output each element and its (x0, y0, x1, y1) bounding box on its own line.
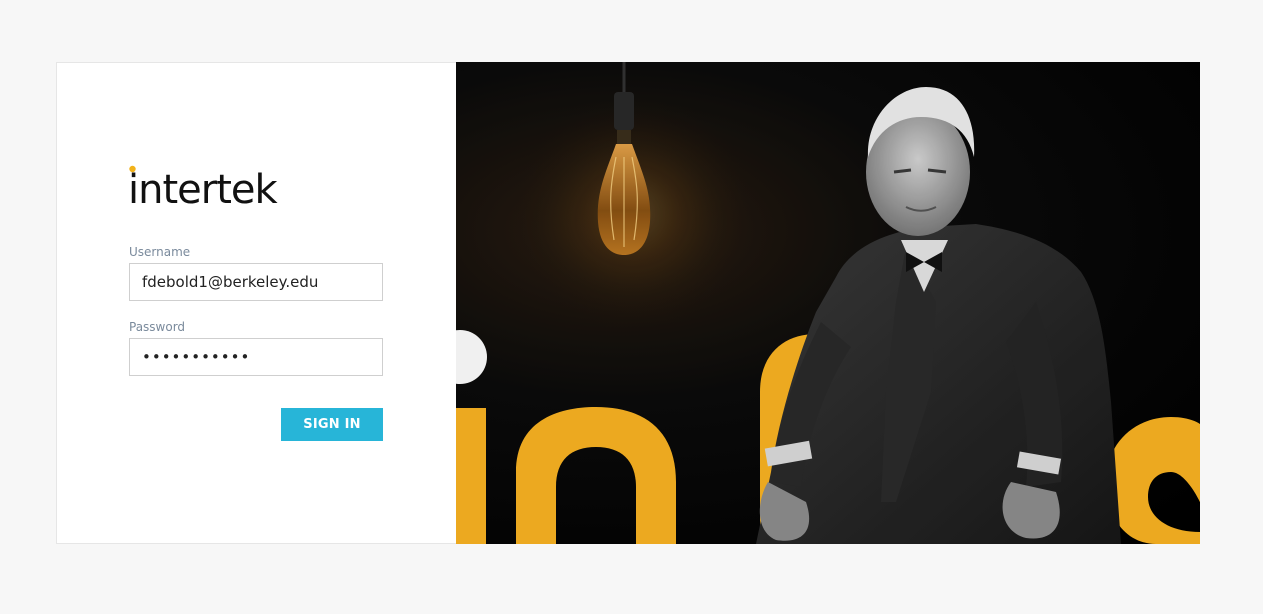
sign-in-button[interactable]: SIGN IN (281, 408, 383, 441)
login-card: intertek Username Password SIGN IN (56, 62, 1200, 544)
password-label: Password (129, 320, 186, 334)
username-input[interactable] (129, 263, 383, 301)
login-panel: intertek Username Password SIGN IN (56, 62, 456, 544)
svg-text:intertek: intertek (128, 167, 278, 208)
intertek-logo: intertek (128, 165, 279, 208)
hero-illustration (456, 62, 1200, 544)
password-input[interactable] (129, 338, 383, 376)
hero-image (456, 62, 1200, 544)
username-label: Username (129, 245, 191, 259)
